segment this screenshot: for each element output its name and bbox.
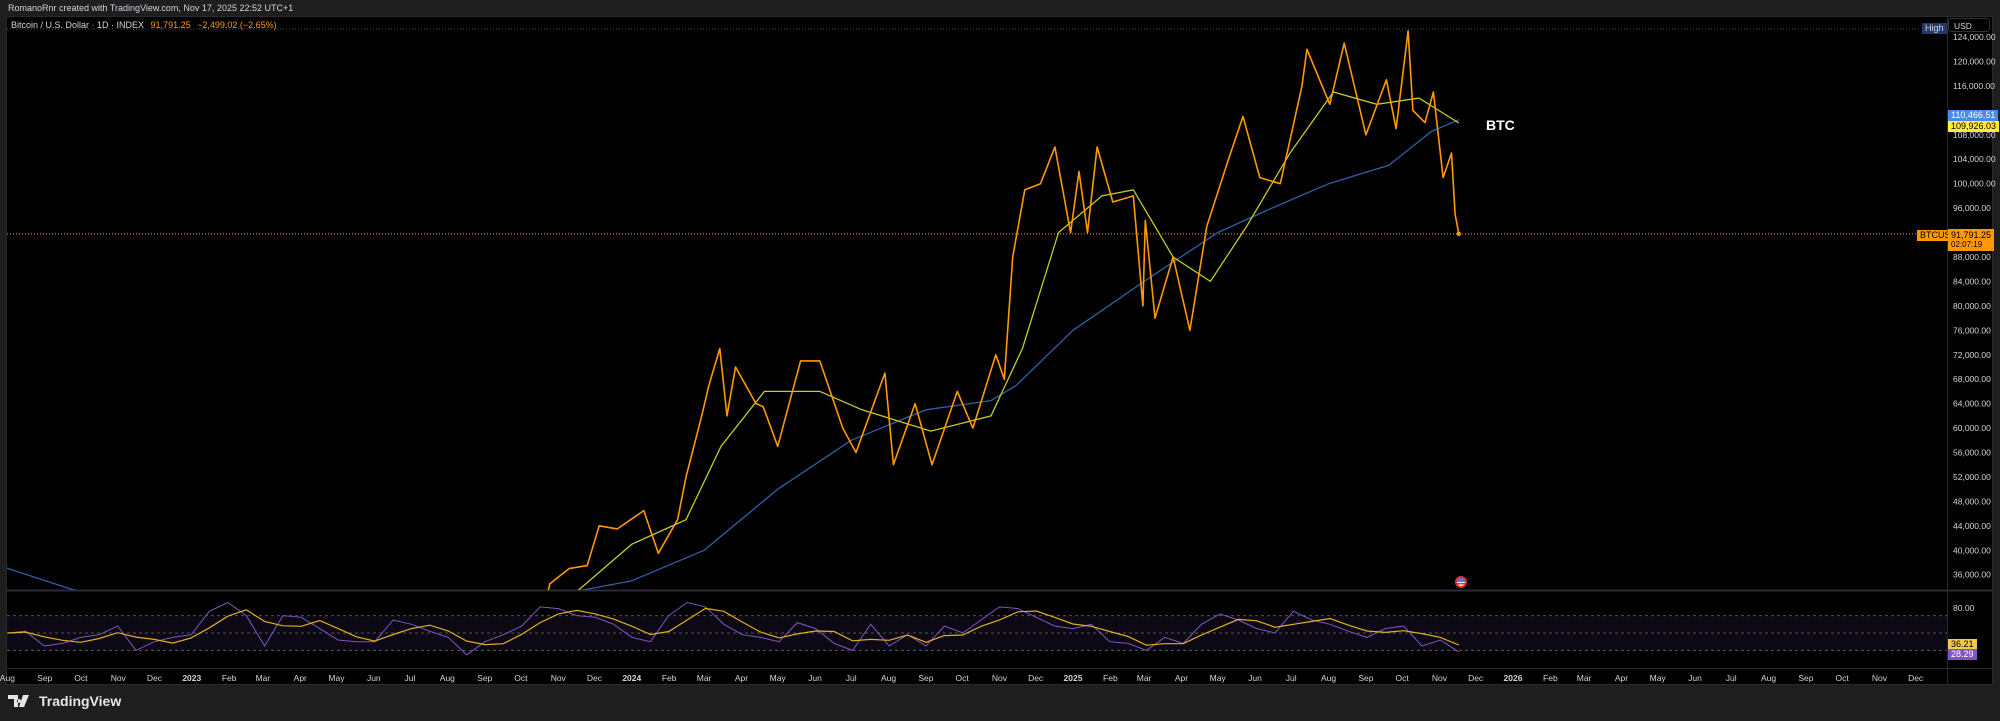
x-tick-label: Apr (735, 673, 748, 683)
x-tick-label: Oct (1835, 673, 1849, 683)
y-tick-label: 52,000.00 (1953, 472, 1991, 482)
x-tick-label: Dec (1468, 673, 1484, 683)
last-price-value: 91,791.25 (1951, 230, 1992, 240)
x-tick-label: Aug (0, 673, 15, 683)
x-tick-label: Sep (918, 673, 933, 683)
x-tick-label: Mar (256, 673, 271, 683)
x-tick-label: Feb (1103, 673, 1118, 683)
y-tick-label: 72,000.00 (1953, 350, 1991, 360)
last-price-tag: 91,791.25 02:07:19 (1948, 229, 1995, 251)
price-line (547, 30, 1460, 590)
symbol-title: Bitcoin / U.S. Dollar · 1D · INDEX (11, 20, 145, 30)
x-tick-label: Oct (74, 673, 88, 683)
x-tick-label: Aug (1321, 673, 1336, 683)
ma-fast-line (577, 91, 1460, 590)
y-tick-label: 96,000.00 (1953, 203, 1991, 213)
x-tick-label: Nov (992, 673, 1008, 683)
x-tick-label: Nov (551, 673, 567, 683)
x-tick-label: May (770, 673, 787, 683)
rsi-tag: 28.29 (1948, 649, 1977, 660)
x-tick-label: Oct (514, 673, 528, 683)
y-tick-label: 68,000.00 (1953, 374, 1991, 384)
x-tick-label: 2024 (622, 673, 641, 683)
y-tick-label: 64,000.00 (1953, 399, 1991, 409)
x-tick-label: Mar (1137, 673, 1152, 683)
y-tick-label: 44,000.00 (1953, 521, 1991, 531)
x-tick-label: Apr (294, 673, 307, 683)
x-tick-label: Apr (1615, 673, 1628, 683)
x-tick-label: Mar (1577, 673, 1592, 683)
x-tick-label: Aug (881, 673, 896, 683)
y-tick-label: 84,000.00 (1953, 276, 1991, 286)
last-price-dot (1456, 231, 1461, 237)
y-tick-label: 48,000.00 (1953, 496, 1991, 506)
x-tick-label: Nov (111, 673, 127, 683)
rsi-level-label: 80.00 (1953, 603, 1975, 613)
currency-selector[interactable]: USD (1948, 18, 1990, 32)
legend-last-price: 91,791.25 (150, 20, 191, 30)
y-tick-label: 36,000.00 (1953, 570, 1991, 580)
y-tick-label: 40,000.00 (1953, 545, 1991, 555)
x-tick-label: May (328, 673, 345, 683)
x-tick-label: Jul (846, 673, 857, 683)
x-tick-label: Dec (1908, 673, 1924, 683)
x-tick-label: Dec (1028, 673, 1044, 683)
tradingview-logo-icon (8, 695, 29, 707)
bar-countdown: 02:07:19 (1951, 240, 1983, 249)
symbol-legend[interactable]: Bitcoin / U.S. Dollar · 1D · INDEX 91,79… (11, 20, 277, 30)
x-tick-label: Oct (955, 673, 969, 683)
x-tick-label: Feb (662, 673, 677, 683)
x-tick-label: Sep (477, 673, 492, 683)
x-tick-label: Aug (440, 673, 455, 683)
y-tick-label: 100,000.00 (1953, 179, 1996, 189)
btc-annotation[interactable]: BTC (1486, 117, 1515, 133)
x-tick-label: Mar (697, 673, 712, 683)
x-tick-label: 2025 (1064, 673, 1083, 683)
y-tick-label: 88,000.00 (1953, 252, 1991, 262)
x-tick-label: 2026 (1504, 673, 1523, 683)
y-tick-label: 104,000.00 (1953, 154, 1996, 164)
ma-slow-tag: 110,466.51 (1948, 110, 1999, 121)
y-tick-label: 120,000.00 (1953, 56, 1996, 66)
ma-slow-line (7, 119, 1460, 590)
us-economic-event-icon[interactable] (1455, 576, 1467, 588)
x-tick-label: Feb (222, 673, 237, 683)
y-tick-label: 80,000.00 (1953, 301, 1991, 311)
x-tick-label: Jun (1248, 673, 1262, 683)
x-tick-label: Jun (1688, 673, 1702, 683)
ma-fast-tag: 109,926.03 (1948, 121, 2000, 132)
x-tick-label: May (1650, 673, 1667, 683)
tradingview-logo[interactable]: TradingView (8, 693, 121, 709)
chart-canvas[interactable]: 124,000.00120,000.00116,000.00108,000.00… (0, 0, 2000, 721)
x-tick-label: Jul (405, 673, 416, 683)
x-tick-label: Jun (367, 673, 381, 683)
x-tick-label: Sep (1358, 673, 1373, 683)
x-tick-label: May (1210, 673, 1227, 683)
high-tag: High (1922, 23, 1947, 34)
x-tick-label: Nov (1872, 673, 1888, 683)
y-tick-label: 56,000.00 (1953, 448, 1991, 458)
x-tick-label: Nov (1432, 673, 1448, 683)
x-tick-label: Sep (37, 673, 52, 683)
x-tick-label: Feb (1543, 673, 1558, 683)
x-tick-label: Jul (1286, 673, 1297, 683)
y-tick-label: 60,000.00 (1953, 423, 1991, 433)
y-tick-label: 76,000.00 (1953, 325, 1991, 335)
y-tick-label: 116,000.00 (1953, 81, 1995, 91)
legend-change: −2,499.02 (−2.65%) (197, 20, 277, 30)
x-tick-label: Dec (587, 673, 603, 683)
x-tick-label: Jul (1726, 673, 1737, 683)
y-tick-label: 124,000.00 (1953, 32, 1996, 42)
x-tick-label: Aug (1761, 673, 1776, 683)
x-tick-label: Apr (1175, 673, 1188, 683)
x-tick-label: Dec (147, 673, 163, 683)
x-tick-label: Jun (808, 673, 822, 683)
x-tick-label: 2023 (182, 673, 201, 683)
branding-text: TradingView (39, 693, 122, 709)
x-tick-label: Oct (1395, 673, 1409, 683)
x-tick-label: Sep (1798, 673, 1813, 683)
